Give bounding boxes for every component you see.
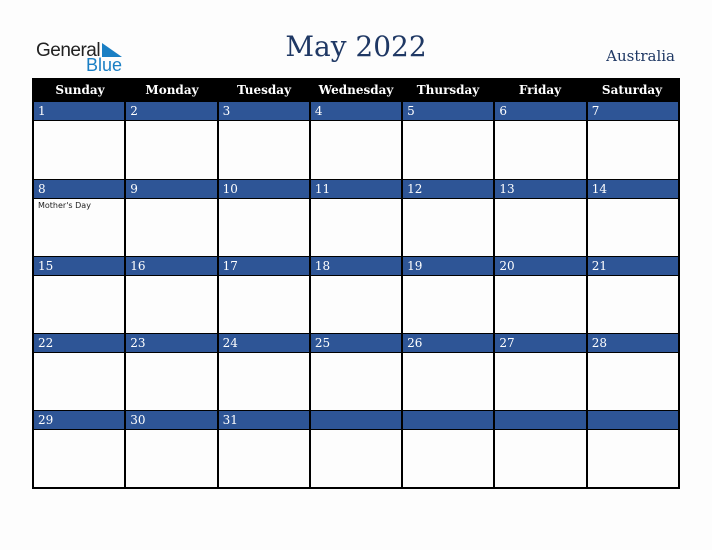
day-cell[interactable]: 31 xyxy=(216,410,309,487)
day-cell[interactable]: 8 Mother's Day xyxy=(34,179,125,256)
week-row: 1234567 xyxy=(34,102,678,179)
day-cell[interactable]: 3 xyxy=(216,102,309,179)
day-number: 14 xyxy=(587,180,678,199)
day-number: 9 xyxy=(126,180,217,199)
day-cell[interactable]: 14 xyxy=(585,179,678,256)
calendar-grid: Sunday Monday Tuesday Wednesday Thursday Frid… xyxy=(32,78,680,489)
day-cell[interactable]: 4 xyxy=(308,102,402,179)
day-number xyxy=(403,411,494,430)
day-number xyxy=(310,411,402,430)
day-cell[interactable]: 30 xyxy=(124,410,217,487)
day-number: 25 xyxy=(310,334,402,353)
country-label: Australia xyxy=(606,47,675,65)
day-number xyxy=(495,411,586,430)
day-cell[interactable] xyxy=(493,410,586,487)
day-cell[interactable]: 21 xyxy=(585,256,678,333)
day-number xyxy=(587,411,678,430)
day-cell[interactable]: 26 xyxy=(401,333,494,410)
day-number: 30 xyxy=(126,411,217,430)
day-number: 23 xyxy=(126,334,217,353)
weekday-thursday: Thursday xyxy=(416,83,480,97)
day-number: 29 xyxy=(34,411,125,430)
day-number: 21 xyxy=(587,257,678,276)
day-cell[interactable]: 17 xyxy=(216,256,309,333)
day-cell[interactable]: 19 xyxy=(401,256,494,333)
weekday-sunday: Sunday xyxy=(55,83,105,97)
day-cell[interactable] xyxy=(401,410,494,487)
day-number: 18 xyxy=(310,257,402,276)
day-number: 4 xyxy=(310,102,402,121)
day-cell[interactable]: 28 xyxy=(585,333,678,410)
weekday-wednesday: Wednesday xyxy=(318,83,394,97)
day-number: 1 xyxy=(34,102,125,121)
day-cell[interactable]: 25 xyxy=(308,333,402,410)
day-number: 26 xyxy=(403,334,494,353)
day-cell[interactable] xyxy=(308,410,402,487)
day-number: 22 xyxy=(34,334,125,353)
day-number: 10 xyxy=(218,180,309,199)
weekday-tuesday: Tuesday xyxy=(236,83,292,97)
day-cell[interactable]: 7 xyxy=(585,102,678,179)
day-number: 8 xyxy=(34,180,125,199)
day-number: 24 xyxy=(218,334,309,353)
day-number: 2 xyxy=(126,102,217,121)
day-cell[interactable]: 22 xyxy=(34,333,125,410)
day-number: 27 xyxy=(495,334,586,353)
day-cell[interactable]: 11 xyxy=(308,179,402,256)
day-number: 5 xyxy=(403,102,494,121)
day-number: 28 xyxy=(587,334,678,353)
day-number: 20 xyxy=(495,257,586,276)
day-number: 16 xyxy=(126,257,217,276)
day-cell[interactable]: 18 xyxy=(308,256,402,333)
day-cell[interactable] xyxy=(585,410,678,487)
day-cell[interactable]: 23 xyxy=(124,333,217,410)
day-number: 6 xyxy=(495,102,586,121)
day-cell[interactable]: 20 xyxy=(493,256,586,333)
day-cell[interactable]: 2 xyxy=(124,102,217,179)
day-number: 17 xyxy=(218,257,309,276)
day-number: 31 xyxy=(218,411,309,430)
day-cell[interactable]: 27 xyxy=(493,333,586,410)
weekday-header: Sunday Monday Tuesday Wednesday Thursday Frid… xyxy=(34,78,678,102)
day-cell[interactable]: 10 xyxy=(216,179,309,256)
day-number: 19 xyxy=(403,257,494,276)
day-cell[interactable]: 6 xyxy=(493,102,586,179)
day-cell[interactable]: 9 xyxy=(124,179,217,256)
day-number: 7 xyxy=(587,102,678,121)
week-row: 29 30 31 xyxy=(34,410,678,487)
day-cell[interactable]: 1 xyxy=(34,102,125,179)
day-cell[interactable]: 29 xyxy=(34,410,125,487)
day-cell[interactable]: 13 xyxy=(493,179,586,256)
day-number: 3 xyxy=(218,102,309,121)
weekday-saturday: Saturday xyxy=(601,83,663,97)
day-cell[interactable]: 15 xyxy=(34,256,125,333)
day-cell[interactable]: 16 xyxy=(124,256,217,333)
day-number: 15 xyxy=(34,257,125,276)
holiday-label: Mother's Day xyxy=(38,201,91,210)
week-row: 15 16 17 18 19 20 21 xyxy=(34,256,678,333)
day-number: 12 xyxy=(403,180,494,199)
day-cell[interactable]: 5 xyxy=(401,102,494,179)
weekday-friday: Friday xyxy=(518,83,562,97)
weekday-monday: Monday xyxy=(145,83,199,97)
day-number: 11 xyxy=(310,180,402,199)
day-number: 13 xyxy=(495,180,586,199)
week-row: 22 23 24 25 26 27 28 xyxy=(34,333,678,410)
day-cell[interactable]: 24 xyxy=(216,333,309,410)
week-row: 8 Mother's Day 9 10 11 12 13 14 xyxy=(34,179,678,256)
day-cell[interactable]: 12 xyxy=(401,179,494,256)
